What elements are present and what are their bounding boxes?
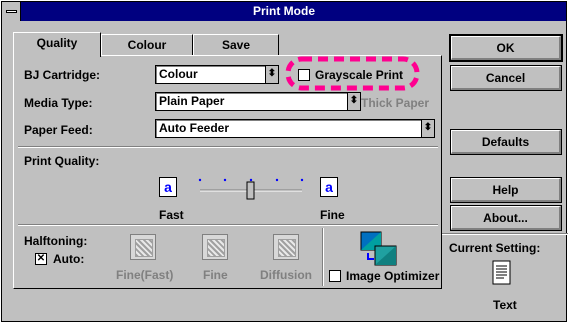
paper-feed-label: Paper Feed: (24, 123, 93, 137)
fine-fast-label: Fine(Fast) (116, 268, 174, 282)
tab-quality-label: Quality (36, 36, 78, 50)
tab-save[interactable]: Save (193, 34, 279, 56)
window-title: Print Mode (253, 4, 315, 18)
media-type-value: Plain Paper (159, 94, 225, 108)
dropdown-arrow-icon[interactable]: ⬍ (421, 120, 434, 137)
media-type-label: Media Type: (24, 96, 93, 110)
divider (442, 233, 568, 235)
bj-cartridge-value: Colour (159, 67, 198, 81)
title-bar: Print Mode (2, 2, 566, 21)
document-icon (492, 260, 511, 285)
dropdown-arrow-icon[interactable]: ⬍ (347, 93, 360, 110)
tab-colour-label: Colour (127, 38, 167, 52)
about-button[interactable]: About... (450, 205, 562, 231)
print-mode-window: Print Mode Quality Colour Save BJ Cartri… (1, 1, 568, 322)
help-button[interactable]: Help (450, 177, 562, 203)
divider (18, 146, 438, 148)
current-setting-label: Current Setting: (449, 241, 541, 255)
image-optimizer-label[interactable]: Image Optimizer (346, 269, 439, 283)
fine-label: Fine (320, 208, 345, 222)
fine-fast-halftone-icon (130, 234, 156, 260)
ok-button[interactable]: OK (449, 34, 563, 62)
current-setting-value: Text (493, 298, 517, 312)
tab-quality[interactable]: Quality (13, 32, 101, 57)
divider (18, 224, 438, 226)
auto-label[interactable]: Auto: (53, 252, 84, 266)
paper-feed-value: Auto Feeder (159, 121, 230, 135)
halftoning-label: Halftoning: (24, 234, 88, 248)
defaults-button[interactable]: Defaults (450, 129, 562, 155)
grayscale-checkbox[interactable] (298, 69, 310, 81)
thick-paper-label: Thick Paper (361, 96, 430, 110)
fine-quality-icon: a (320, 177, 338, 197)
slider-thumb (246, 181, 255, 200)
fine-halftone-icon (202, 234, 228, 260)
cancel-button[interactable]: Cancel (450, 65, 562, 91)
grayscale-label[interactable]: Grayscale Print (315, 68, 403, 82)
fast-label: Fast (159, 208, 184, 222)
paper-feed-select[interactable]: Auto Feeder ⬍ (155, 119, 435, 138)
bj-cartridge-label: BJ Cartridge: (24, 68, 101, 82)
system-menu-button[interactable] (2, 2, 21, 21)
print-quality-label: Print Quality: (24, 154, 100, 168)
diffusion-halftone-icon (273, 234, 299, 260)
image-optimizer-icon (360, 231, 397, 266)
dropdown-arrow-icon[interactable]: ⬍ (265, 66, 278, 83)
vertical-divider (322, 228, 324, 286)
tab-colour[interactable]: Colour (101, 34, 193, 56)
fast-quality-icon: a (159, 177, 177, 197)
system-menu-icon (6, 10, 17, 13)
print-quality-slider[interactable] (194, 174, 312, 200)
image-optimizer-checkbox[interactable] (329, 270, 341, 282)
bj-cartridge-select[interactable]: Colour ⬍ (155, 65, 279, 84)
diffusion-label: Diffusion (260, 268, 312, 282)
auto-checkbox[interactable]: ✕ (35, 253, 47, 265)
media-type-select[interactable]: Plain Paper ⬍ (155, 92, 361, 111)
fine-option-label: Fine (203, 268, 228, 282)
tab-save-label: Save (221, 38, 251, 52)
